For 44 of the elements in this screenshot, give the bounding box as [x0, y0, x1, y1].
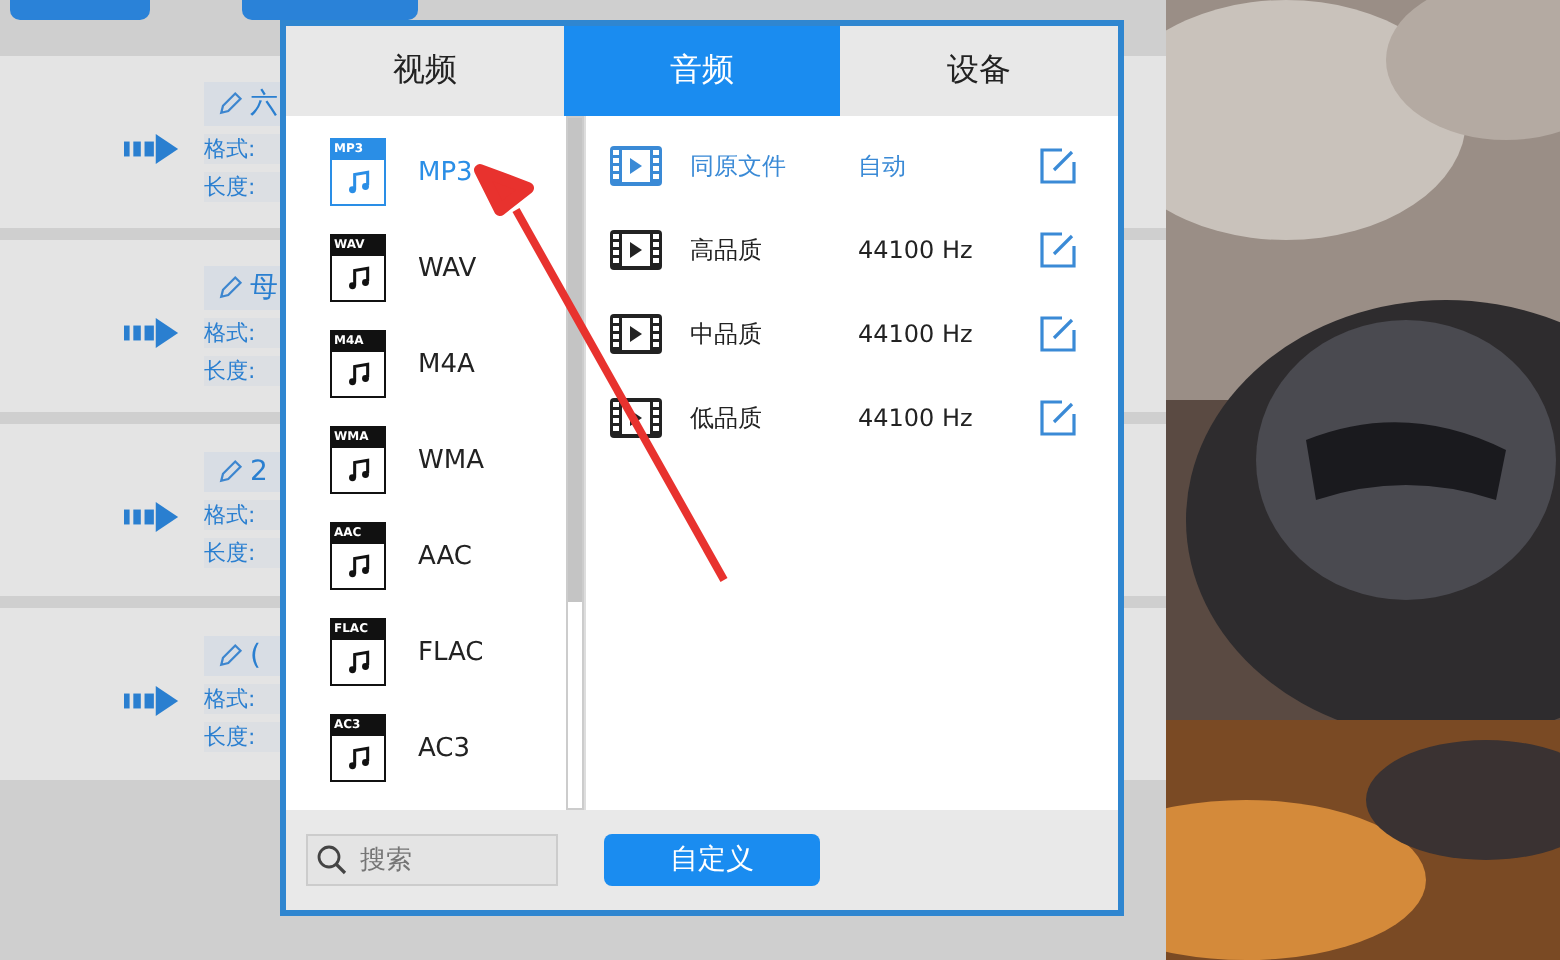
length-label: 长度: [204, 722, 284, 752]
file-title: ( [250, 640, 261, 672]
file-title: 2 [250, 456, 268, 488]
film-icon [610, 230, 662, 270]
convert-arrow-icon [124, 317, 180, 347]
preset-name: 高品质 [690, 233, 764, 267]
pencil-icon [216, 458, 244, 486]
length-label: 长度: [204, 538, 284, 568]
convert-arrow-icon [124, 685, 180, 715]
edit-icon[interactable] [1038, 398, 1078, 438]
format-label: 格式: [204, 318, 284, 348]
preset-row[interactable]: 同原文件 自动 [610, 124, 1118, 208]
format-label: 格式: [204, 684, 284, 714]
format-label: 格式: [204, 134, 284, 164]
convert-arrow-icon [124, 501, 180, 531]
film-icon [610, 314, 662, 354]
pencil-icon [216, 642, 244, 670]
sample-rate: 44100 Hz [858, 236, 975, 264]
length-label: 长度: [204, 356, 284, 386]
sample-rate: 44100 Hz [858, 320, 975, 348]
scrollbar[interactable] [566, 116, 584, 810]
search-icon [316, 844, 348, 876]
edit-icon[interactable] [1038, 314, 1078, 354]
convert-arrow-icon [124, 133, 180, 163]
preset-row[interactable]: 中品质 44100 Hz [610, 292, 1118, 376]
file-title: 母 [250, 270, 278, 306]
film-icon [610, 146, 662, 186]
sample-rate: 自动 [858, 149, 908, 183]
length-label: 长度: [204, 172, 284, 202]
pencil-icon [216, 90, 244, 118]
edit-icon[interactable] [1038, 230, 1078, 270]
tab[interactable]: 设备 [840, 26, 1119, 116]
sample-rate: 44100 Hz [858, 404, 975, 432]
preset-name: 低品质 [690, 401, 764, 435]
preset-row[interactable]: 高品质 44100 Hz [610, 208, 1118, 292]
format-label: 格式: [204, 500, 284, 530]
preset-name: 中品质 [690, 317, 764, 351]
pencil-icon [216, 274, 244, 302]
search-field[interactable]: 搜索 [306, 834, 558, 886]
preset-name: 同原文件 [690, 149, 788, 183]
preset-row[interactable]: 低品质 44100 Hz [610, 376, 1118, 460]
file-title: 六 [250, 86, 278, 122]
tab[interactable]: 视频 [286, 26, 564, 116]
edit-icon[interactable] [1038, 146, 1078, 186]
